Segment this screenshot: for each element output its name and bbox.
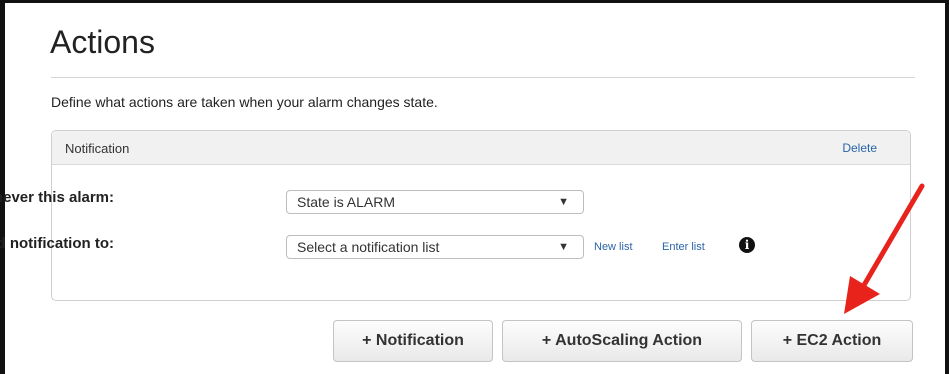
add-autoscaling-action-button[interactable]: + AutoScaling Action bbox=[502, 320, 742, 362]
window-frame-top bbox=[0, 0, 949, 3]
send-notification-label: Send notification to: bbox=[0, 235, 114, 252]
section-title: Actions bbox=[50, 24, 155, 60]
notification-list-select[interactable]: Select a notification list ▼ bbox=[286, 235, 584, 259]
notification-list-select-value: Select a notification list bbox=[297, 239, 440, 255]
chevron-down-icon: ▼ bbox=[558, 241, 569, 253]
alarm-state-select-value: State is ALARM bbox=[297, 194, 396, 210]
new-list-link[interactable]: New list bbox=[594, 241, 633, 253]
annotation-arrow-icon bbox=[844, 183, 925, 314]
enter-list-link[interactable]: Enter list bbox=[662, 241, 705, 253]
section-description: Define what actions are taken when your … bbox=[51, 94, 438, 110]
add-notification-button[interactable]: + Notification bbox=[333, 320, 493, 362]
chevron-down-icon: ▼ bbox=[558, 196, 569, 208]
info-icon[interactable]: i bbox=[739, 237, 755, 253]
window-frame-right bbox=[945, 0, 949, 374]
alarm-state-select[interactable]: State is ALARM ▼ bbox=[286, 190, 584, 214]
notification-panel-title: Notification bbox=[65, 141, 130, 156]
notification-panel: Notification Delete Whenever this alarm:… bbox=[0, 130, 911, 301]
window-frame-left bbox=[0, 0, 5, 374]
alarm-state-label: Whenever this alarm: bbox=[0, 189, 114, 206]
add-ec2-action-button[interactable]: + EC2 Action bbox=[751, 320, 913, 362]
delete-link[interactable]: Delete bbox=[842, 141, 877, 155]
title-divider bbox=[51, 77, 915, 78]
notification-panel-header: Notification Delete bbox=[52, 131, 910, 165]
